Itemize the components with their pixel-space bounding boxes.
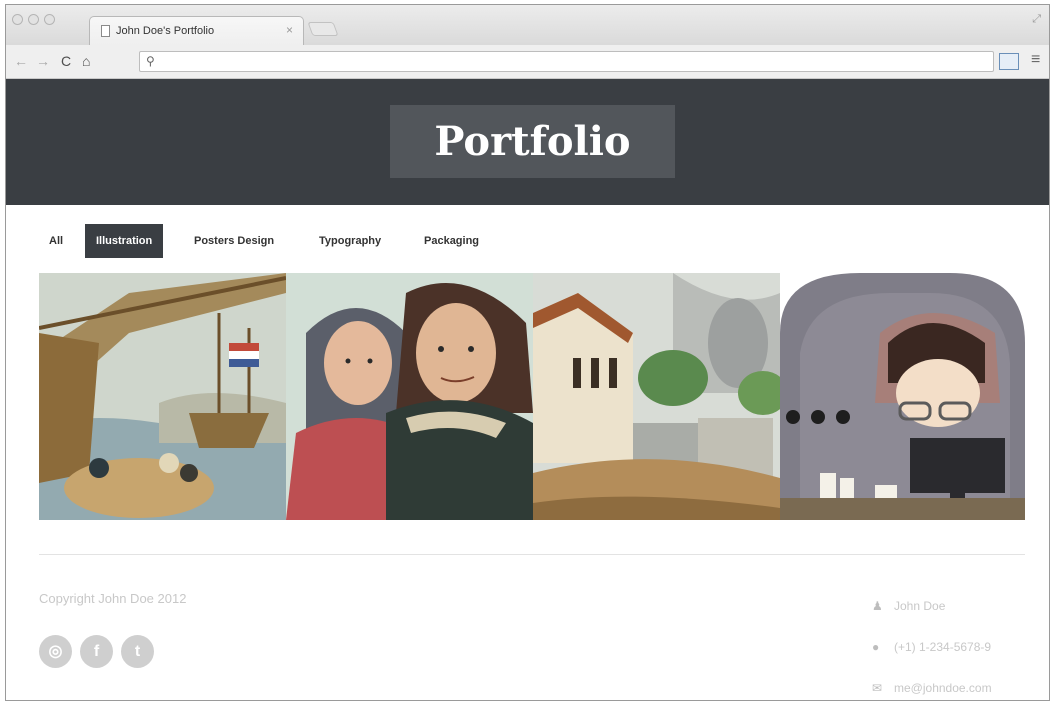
forward-icon[interactable]: →: [36, 53, 50, 69]
contact-email-text[interactable]: me@johndoe.com: [894, 681, 992, 695]
site-logo[interactable]: Portfolio: [390, 105, 675, 178]
browser-tab[interactable]: John Doe's Portfolio ×: [89, 16, 304, 45]
footer-divider: [39, 554, 1025, 555]
page-content: Portfolio All Illustration Posters Desig…: [6, 79, 1049, 700]
contact-phone: ● (+1) 1-234-5678-9: [872, 640, 991, 654]
logo-text: Portfolio: [434, 118, 631, 165]
user-icon: ♟: [872, 599, 883, 613]
menu-icon[interactable]: ≡: [1031, 51, 1040, 69]
twitter-icon[interactable]: t: [121, 635, 154, 668]
address-bar[interactable]: ⚲: [139, 51, 994, 72]
filter-illustration[interactable]: Illustration: [85, 224, 164, 258]
dribbble-icon[interactable]: ◎: [39, 635, 72, 668]
gallery-item-village[interactable]: [533, 273, 780, 520]
contact-name: ♟ John Doe: [872, 599, 945, 613]
copyright-text: Copyright John Doe 2012: [39, 591, 187, 606]
search-icon: ⚲: [146, 54, 155, 68]
site-header: Portfolio: [6, 79, 1049, 205]
contact-phone-text: (+1) 1-234-5678-9: [894, 640, 992, 654]
gallery-item-computer-user[interactable]: [780, 273, 1025, 520]
page-icon: [101, 25, 110, 37]
gallery-item-ships[interactable]: [39, 273, 286, 520]
browser-window: John Doe's Portfolio × ⤢ ← → C ⌂ ⚲ ≡ Por…: [5, 4, 1050, 701]
fullscreen-icon[interactable]: ⤢: [1032, 13, 1041, 26]
minimize-window-button[interactable]: [28, 14, 39, 25]
reload-icon[interactable]: C: [61, 53, 71, 69]
chat-icon: ●: [872, 640, 880, 654]
portfolio-gallery: [39, 273, 1025, 520]
tab-close-icon[interactable]: ×: [286, 23, 293, 37]
contact-email[interactable]: ✉ me@johndoe.com: [872, 681, 992, 695]
browser-titlebar: John Doe's Portfolio × ⤢: [6, 5, 1049, 45]
zoom-window-button[interactable]: [44, 14, 55, 25]
close-window-button[interactable]: [12, 14, 23, 25]
new-tab-button[interactable]: [307, 22, 339, 36]
mail-icon: ✉: [872, 681, 883, 695]
filter-all[interactable]: All: [49, 224, 63, 258]
back-icon[interactable]: ←: [14, 53, 28, 69]
facebook-icon[interactable]: f: [80, 635, 113, 668]
filter-packaging[interactable]: Packaging: [424, 224, 479, 258]
contact-name-text: John Doe: [894, 599, 946, 613]
tab-title: John Doe's Portfolio: [116, 25, 215, 37]
filter-typography[interactable]: Typography: [319, 224, 381, 258]
filter-posters-design[interactable]: Posters Design: [194, 224, 274, 258]
gallery-item-characters[interactable]: [286, 273, 533, 520]
home-icon[interactable]: ⌂: [82, 53, 90, 69]
extension-icon[interactable]: [999, 53, 1019, 70]
browser-toolbar: ← → C ⌂ ⚲ ≡: [6, 45, 1049, 79]
